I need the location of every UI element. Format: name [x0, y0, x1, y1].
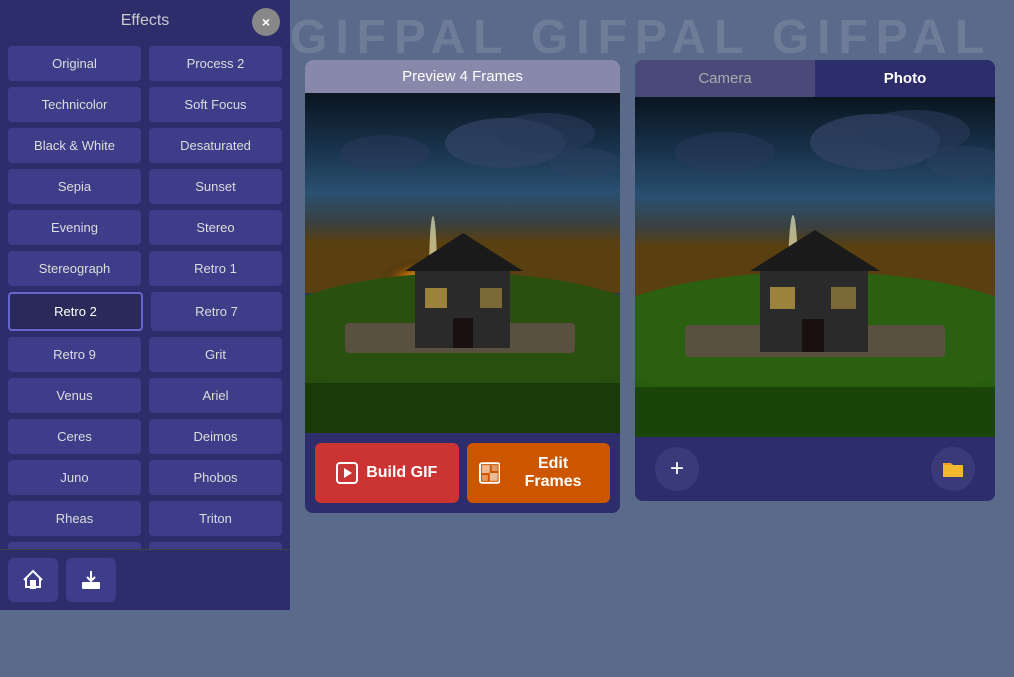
effects-panel: Effects × Original Process 2 Technicolor…	[0, 0, 290, 610]
effect-sunset[interactable]: Sunset	[149, 169, 282, 204]
effects-title: Effects	[121, 12, 170, 30]
effect-retro2[interactable]: Retro 2	[8, 292, 143, 331]
effect-deimos[interactable]: Deimos	[149, 419, 282, 454]
effect-ariel[interactable]: Ariel	[149, 378, 282, 413]
preview-title: Preview 4 Frames	[402, 68, 523, 85]
effect-retro7[interactable]: Retro 7	[151, 292, 282, 331]
effect-retro1[interactable]: Retro 1	[149, 251, 282, 286]
effects-toolbar	[0, 549, 290, 610]
effects-row: Evening Stereo	[8, 210, 282, 245]
effect-rheas[interactable]: Rheas	[8, 501, 141, 536]
effects-row: Black & White Desaturated	[8, 128, 282, 163]
effect-smooth[interactable]: Smooth	[149, 542, 282, 549]
close-button[interactable]: ×	[252, 8, 280, 36]
effect-grit[interactable]: Grit	[149, 337, 282, 372]
effect-juno[interactable]: Juno	[8, 460, 141, 495]
plus-icon: +	[670, 455, 684, 483]
edit-frames-button[interactable]: Edit Frames	[467, 443, 611, 503]
tab-camera[interactable]: Camera	[635, 60, 815, 97]
effects-row: Technicolor Soft Focus	[8, 87, 282, 122]
effect-black-white[interactable]: Black & White	[8, 128, 141, 163]
effect-stereograph[interactable]: Stereograph	[8, 251, 141, 286]
edit-frames-icon	[479, 462, 501, 484]
photo-landscape-svg	[635, 97, 995, 437]
photo-section: Camera Photo	[635, 60, 995, 501]
effects-row: Stereograph Retro 1	[8, 251, 282, 286]
build-gif-icon	[336, 462, 358, 484]
effect-process2[interactable]: Process 2	[149, 46, 282, 81]
tab-photo[interactable]: Photo	[815, 60, 995, 97]
effect-phobos[interactable]: Phobos	[149, 460, 282, 495]
import-icon	[79, 568, 103, 592]
effect-saturn[interactable]: Saturn	[8, 542, 141, 549]
preview-actions: Build GIF Edit Frames	[305, 433, 620, 513]
effect-ceres[interactable]: Ceres	[8, 419, 141, 454]
export-button[interactable]	[8, 558, 58, 602]
effect-evening[interactable]: Evening	[8, 210, 141, 245]
preview-header: Preview 4 Frames	[305, 60, 620, 93]
effect-stereo[interactable]: Stereo	[149, 210, 282, 245]
effect-technicolor[interactable]: Technicolor	[8, 87, 141, 122]
preview-landscape-svg	[305, 93, 620, 433]
effects-row: Ceres Deimos	[8, 419, 282, 454]
add-photo-button[interactable]: +	[655, 447, 699, 491]
effect-venus[interactable]: Venus	[8, 378, 141, 413]
effects-row: Retro 2 Retro 7	[8, 292, 282, 331]
effect-sepia[interactable]: Sepia	[8, 169, 141, 204]
preview-image	[305, 93, 620, 433]
effects-row: Juno Phobos	[8, 460, 282, 495]
effects-row: Original Process 2	[8, 46, 282, 81]
effects-header: Effects ×	[0, 0, 290, 42]
photo-image	[635, 97, 995, 437]
effects-row: Sepia Sunset	[8, 169, 282, 204]
effect-desaturated[interactable]: Desaturated	[149, 128, 282, 163]
preview-section: Preview 4 Frames	[305, 60, 620, 513]
effect-triton[interactable]: Triton	[149, 501, 282, 536]
effects-row: Rheas Triton	[8, 501, 282, 536]
effects-row: Venus Ariel	[8, 378, 282, 413]
effects-row: Saturn Smooth	[8, 542, 282, 549]
effect-soft-focus[interactable]: Soft Focus	[149, 87, 282, 122]
folder-icon	[941, 459, 965, 479]
effect-original[interactable]: Original	[8, 46, 141, 81]
effects-list: Original Process 2 Technicolor Soft Focu…	[0, 42, 290, 549]
photo-actions: +	[635, 437, 995, 501]
effect-retro9[interactable]: Retro 9	[8, 337, 141, 372]
export-icon	[21, 568, 45, 592]
open-folder-button[interactable]	[931, 447, 975, 491]
import-button[interactable]	[66, 558, 116, 602]
effects-row: Retro 9 Grit	[8, 337, 282, 372]
photo-tabs: Camera Photo	[635, 60, 995, 97]
watermark: GIFPAL GIFPAL GIFPAL GIFPAL GIFPAL	[290, 10, 1014, 65]
build-gif-button[interactable]: Build GIF	[315, 443, 459, 503]
